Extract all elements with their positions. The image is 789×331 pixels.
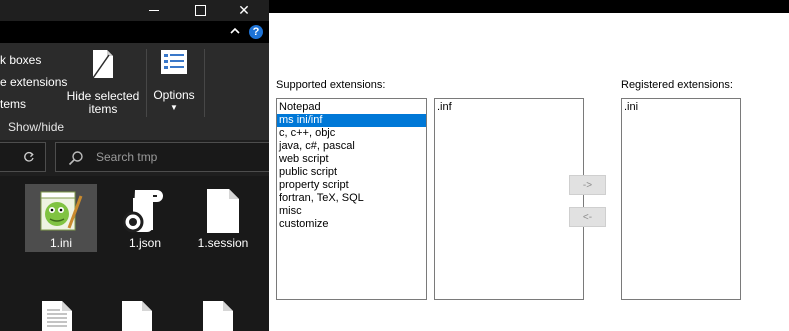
- notepad-plus-icon: [40, 191, 83, 231]
- help-icon[interactable]: ?: [249, 25, 263, 39]
- blank-file-icon: [122, 301, 152, 331]
- registered-extensions-listbox[interactable]: .ini: [621, 98, 741, 300]
- list-item-selected[interactable]: ms ini/inf: [277, 114, 426, 127]
- list-item[interactable]: web script: [277, 153, 426, 166]
- extension-candidates-listbox[interactable]: .inf: [434, 98, 584, 300]
- options-dropdown-caret-icon: ▼: [170, 103, 178, 112]
- file-item-1-session[interactable]: 1.session: [187, 184, 259, 252]
- file-item[interactable]: [120, 300, 192, 331]
- search-placeholder: Search tmp: [96, 150, 158, 164]
- list-item[interactable]: fortran, TeX, SQL: [277, 192, 426, 205]
- refresh-button[interactable]: [0, 142, 46, 172]
- list-item[interactable]: c, c++, objc: [277, 127, 426, 140]
- ribbon-view: k boxes e extensions tems Show/hide Hide…: [0, 43, 269, 140]
- file-name-extensions-option[interactable]: e extensions: [0, 75, 67, 89]
- list-item[interactable]: Notepad: [277, 101, 426, 114]
- dialog-top-strip: [269, 0, 789, 13]
- file-name: 1.ini: [49, 236, 72, 250]
- search-icon: [68, 151, 83, 166]
- collapse-ribbon-chevron-icon[interactable]: [229, 25, 241, 37]
- hide-document-icon: [92, 50, 113, 79]
- ribbon-divider: [146, 49, 147, 117]
- list-item[interactable]: misc: [277, 205, 426, 218]
- title-bar: ✕: [0, 0, 269, 21]
- show-hide-group-label: Show/hide: [8, 120, 65, 134]
- hide-selected-items-button[interactable]: Hide selected items: [62, 49, 144, 116]
- minimize-icon: [149, 10, 159, 11]
- register-extension-button[interactable]: ->: [569, 175, 606, 195]
- maximize-icon: [194, 5, 206, 16]
- explorer-window: ✕ ? k boxes e extensions tems Show/hide …: [0, 0, 269, 331]
- hidden-items-option[interactable]: tems: [0, 97, 26, 111]
- list-item[interactable]: .ini: [622, 101, 740, 114]
- file-item[interactable]: [201, 300, 269, 331]
- blank-file-icon: [207, 189, 239, 233]
- list-item[interactable]: customize: [277, 218, 426, 231]
- list-item[interactable]: .inf: [435, 101, 583, 114]
- item-check-boxes-option[interactable]: k boxes: [0, 53, 41, 67]
- supported-extensions-label: Supported extensions:: [276, 79, 386, 91]
- registered-extensions-label: Registered extensions:: [621, 79, 733, 91]
- refresh-icon: [24, 151, 34, 162]
- file-name: 1.session: [197, 236, 249, 250]
- options-checklist-icon: [161, 50, 187, 74]
- ribbon-divider: [204, 49, 205, 117]
- file-item-1-ini[interactable]: 1.ini: [25, 184, 97, 252]
- blank-file-icon: [203, 301, 233, 331]
- list-item[interactable]: java, c#, pascal: [277, 140, 426, 153]
- hide-selected-items-label: Hide selected items: [66, 89, 140, 116]
- close-button[interactable]: ✕: [224, 0, 264, 21]
- list-item[interactable]: property script: [277, 179, 426, 192]
- file-item-1-json[interactable]: 1.json: [109, 184, 181, 252]
- options-label: Options: [153, 88, 195, 102]
- unregister-extension-button[interactable]: <-: [569, 207, 606, 227]
- search-input[interactable]: Search tmp: [55, 142, 269, 172]
- json-icon: [123, 190, 163, 233]
- file-item[interactable]: [40, 300, 112, 331]
- close-icon: ✕: [238, 2, 250, 18]
- minimize-button[interactable]: [134, 0, 174, 21]
- text-file-icon: [42, 301, 72, 331]
- list-item[interactable]: public script: [277, 166, 426, 179]
- supported-extensions-listbox[interactable]: Notepad ms ini/inf c, c++, objc java, c#…: [276, 98, 427, 300]
- maximize-button[interactable]: [180, 0, 220, 21]
- options-button[interactable]: Options ▼: [148, 49, 200, 112]
- file-name: 1.json: [128, 236, 162, 250]
